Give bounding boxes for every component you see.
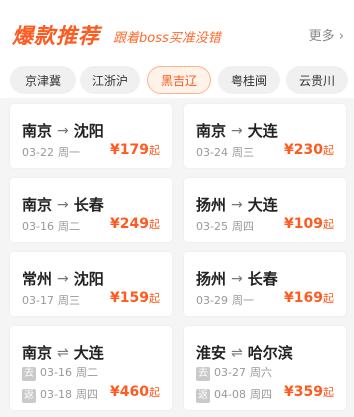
return-badge: 返	[196, 389, 210, 403]
arrow-icon: →	[231, 122, 243, 139]
roundtrip-arrow-icon: ⇌	[57, 344, 69, 361]
arrow-icon: →	[231, 270, 243, 287]
outbound-date: 去 03-27 周六	[196, 366, 272, 381]
departure-date: 03-16 周二	[22, 220, 80, 233]
tab-yueguimin[interactable]: 粤桂闽	[218, 66, 280, 94]
route-title: 扬州 → 长春	[196, 268, 278, 289]
price: ¥179起	[110, 142, 160, 158]
price: ¥109起	[284, 216, 334, 232]
route-card[interactable]: 扬州 → 长春 03-29 周一 ¥169起	[184, 252, 346, 316]
tab-heijiliao[interactable]: 黑吉辽	[147, 66, 211, 94]
origin-city: 扬州	[196, 270, 227, 288]
route-card[interactable]: 南京 → 沈阳 03-22 周一 ¥179起	[10, 104, 172, 168]
tab-jiangzhehu[interactable]: 江浙沪	[80, 66, 140, 94]
origin-city: 南京	[22, 344, 53, 362]
departure-date: 03-24 周三	[196, 146, 254, 159]
origin-city: 南京	[22, 196, 53, 214]
price: ¥169起	[284, 290, 334, 306]
return-badge: 返	[22, 389, 36, 403]
arrow-icon: →	[57, 270, 69, 287]
section-title: 爆款推荐	[12, 24, 100, 48]
price: ¥460起	[110, 384, 160, 400]
route-title: 常州 → 沈阳	[22, 268, 104, 289]
route-card[interactable]: 南京 → 大连 03-24 周三 ¥230起	[184, 104, 346, 168]
section-header: 爆款推荐 跟着boss买准没错 更多 ›	[0, 0, 354, 62]
origin-city: 常州	[22, 270, 53, 288]
return-date: 返 04-08 周四	[196, 388, 272, 403]
return-date: 返 03-18 周四	[22, 388, 98, 403]
route-card[interactable]: 南京 → 长春 03-16 周二 ¥249起	[10, 178, 172, 242]
destination-city: 沈阳	[73, 270, 104, 288]
destination-city: 大连	[247, 122, 278, 140]
destination-city: 大连	[73, 344, 104, 362]
outbound-badge: 去	[22, 367, 36, 381]
tab-jingjinji[interactable]: 京津冀	[10, 66, 76, 94]
price: ¥249起	[110, 216, 160, 232]
origin-city: 淮安	[196, 344, 227, 362]
route-card-roundtrip[interactable]: 淮安 ⇌ 哈尔滨 去 03-27 周六 返 04-08 周四 ¥359起	[184, 326, 346, 410]
route-card[interactable]: 扬州 → 大连 03-25 周四 ¥109起	[184, 178, 346, 242]
route-card[interactable]: 常州 → 沈阳 03-17 周三 ¥159起	[10, 252, 172, 316]
roundtrip-arrow-icon: ⇌	[231, 344, 243, 361]
more-link[interactable]: 更多 ›	[309, 25, 344, 44]
destination-city: 长春	[247, 270, 278, 288]
destination-city: 沈阳	[73, 122, 104, 140]
arrow-icon: →	[231, 196, 243, 213]
price: ¥359起	[284, 384, 334, 400]
route-title: 南京 ⇌ 大连	[22, 342, 104, 363]
route-title: 南京 → 大连	[196, 120, 278, 141]
outbound-badge: 去	[196, 367, 210, 381]
destination-city: 哈尔滨	[247, 344, 293, 362]
arrow-icon: →	[57, 196, 69, 213]
departure-date: 03-22 周一	[22, 146, 80, 159]
route-title: 淮安 ⇌ 哈尔滨	[196, 342, 293, 363]
route-title: 南京 → 沈阳	[22, 120, 104, 141]
origin-city: 扬州	[196, 196, 227, 214]
destination-city: 长春	[73, 196, 104, 214]
outbound-date: 去 03-16 周二	[22, 366, 98, 381]
tab-yunguichuan[interactable]: 云贵川	[286, 66, 348, 94]
origin-city: 南京	[196, 122, 227, 140]
destination-city: 大连	[247, 196, 278, 214]
departure-date: 03-25 周四	[196, 220, 254, 233]
price: ¥230起	[284, 142, 334, 158]
departure-date: 03-29 周一	[196, 294, 254, 307]
route-title: 扬州 → 大连	[196, 194, 278, 215]
route-title: 南京 → 长春	[22, 194, 104, 215]
arrow-icon: →	[57, 122, 69, 139]
region-tabs: 京津冀 江浙沪 黑吉辽 粤桂闽 云贵川	[0, 62, 354, 98]
price: ¥159起	[110, 290, 160, 306]
departure-date: 03-17 周三	[22, 294, 80, 307]
origin-city: 南京	[22, 122, 53, 140]
section-slogan: 跟着boss买准没错	[113, 31, 221, 46]
route-card-roundtrip[interactable]: 南京 ⇌ 大连 去 03-16 周二 返 03-18 周四 ¥460起	[10, 326, 172, 410]
